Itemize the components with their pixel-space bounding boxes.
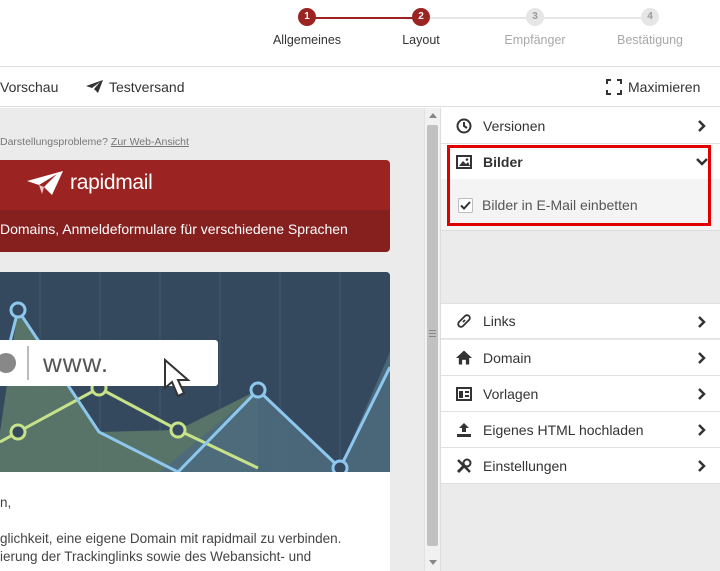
step-number: 1 <box>298 8 316 26</box>
panel-item-label: Einstellungen <box>483 457 568 474</box>
step-label: Bestätigung <box>616 33 684 47</box>
paper-plane-logo-icon <box>27 171 63 195</box>
step-number: 4 <box>641 8 659 26</box>
panel-item-label: Versionen <box>483 117 546 134</box>
panel-item-label: Domain <box>483 349 532 366</box>
editor-toolbar: Vorschau Testversand Maximieren <box>0 67 720 107</box>
chevron-right-icon <box>698 424 706 436</box>
body-line: ierung der Trackinglinks sowie des Weban… <box>0 549 312 564</box>
scroll-down-arrow[interactable] <box>429 560 437 565</box>
panel-item-vorlagen[interactable]: Vorlagen <box>441 376 720 412</box>
test-send-button[interactable]: Testversand <box>86 67 184 107</box>
embed-images-label: Bilder in E-Mail einbetten <box>482 197 638 213</box>
body-line: n, <box>0 495 12 510</box>
chevron-right-icon <box>698 120 706 132</box>
bilder-options: Bilder in E-Mail einbetten <box>441 179 720 231</box>
test-send-label: Testversand <box>109 79 185 95</box>
panel-item-versionen[interactable]: Versionen <box>441 108 720 144</box>
url-text: www. <box>43 348 110 378</box>
panel-item-bilder[interactable]: Bilder <box>441 144 720 180</box>
panel-item-label: Bilder <box>483 153 523 170</box>
clock-icon <box>456 118 472 134</box>
tools-icon <box>456 458 472 474</box>
panel-item-domain[interactable]: Domain <box>441 340 720 376</box>
email-preview: Darstellungsprobleme? Zur Web-Ansicht ra… <box>0 108 424 571</box>
chevron-down-icon <box>696 158 708 166</box>
note-text: Darstellungsprobleme? <box>0 136 108 148</box>
newsletter-subtitle: Domains, Anmeldeformulare für verschiede… <box>0 210 390 252</box>
chevron-right-icon <box>698 352 706 364</box>
expand-icon <box>606 79 622 95</box>
display-problem-note: Darstellungsprobleme? Zur Web-Ansicht <box>0 136 189 148</box>
link-icon <box>456 313 472 329</box>
scroll-up-arrow[interactable] <box>429 113 437 118</box>
panel-item-links[interactable]: Links <box>441 303 720 339</box>
wizard-stepper: 1 Allgemeines 2 Layout 3 Empfänger 4 Bes… <box>0 0 720 67</box>
step-allgemeines[interactable]: 1 Allgemeines <box>247 8 367 47</box>
embed-images-option[interactable]: Bilder in E-Mail einbetten <box>458 197 638 213</box>
step-empfaenger[interactable]: 3 Empfänger <box>475 8 595 47</box>
panel-item-label: Eigenes HTML hochladen <box>483 421 644 438</box>
brand-name: rapidmail <box>70 171 153 194</box>
preview-label: Vorschau <box>0 79 59 95</box>
chevron-right-icon <box>698 316 706 328</box>
checkmark-icon <box>460 200 471 210</box>
step-label: Layout <box>402 33 440 47</box>
web-view-link[interactable]: Zur Web-Ansicht <box>111 136 189 148</box>
maximize-button[interactable]: Maximieren <box>606 67 700 107</box>
scroll-grip <box>429 333 436 334</box>
panel-item-html-upload[interactable]: Eigenes HTML hochladen <box>441 412 720 448</box>
upload-icon <box>456 422 472 438</box>
bilder-section-content: Bilder in E-Mail einbetten <box>441 179 720 303</box>
embed-images-checkbox[interactable] <box>458 197 473 213</box>
body-line: glichkeit, eine eigene Domain mit rapidm… <box>0 531 342 546</box>
maximize-label: Maximieren <box>628 79 701 95</box>
step-number: 3 <box>526 8 544 26</box>
newsletter-body: n, glichkeit, eine eigene Domain mit rap… <box>0 472 390 571</box>
chevron-right-icon <box>698 388 706 400</box>
home-icon <box>456 350 472 366</box>
settings-panel: Versionen Bilder Bilder in E-Mail einbet… <box>441 108 720 571</box>
scroll-grip <box>429 336 436 337</box>
rapidmail-logo: rapidmail <box>26 170 153 196</box>
step-label: Allgemeines <box>272 33 342 47</box>
step-layout[interactable]: 2 Layout <box>361 8 481 47</box>
panel-item-label: Links <box>483 313 516 329</box>
panel-item-label: Vorlagen <box>483 385 539 402</box>
preview-button[interactable]: Vorschau <box>0 67 58 107</box>
preview-scrollbar[interactable] <box>424 108 441 571</box>
image-icon <box>456 154 472 170</box>
newsletter-header: rapidmail <box>0 160 390 210</box>
step-number: 2 <box>412 8 430 26</box>
chevron-right-icon <box>698 460 706 472</box>
step-bestaetigung[interactable]: 4 Bestätigung <box>590 8 710 47</box>
scroll-grip <box>429 330 436 331</box>
paper-plane-icon <box>86 80 103 93</box>
template-icon <box>456 386 472 402</box>
hero-image: www. <box>0 272 390 472</box>
panel-item-einstellungen[interactable]: Einstellungen <box>441 448 720 484</box>
step-label: Empfänger <box>504 33 566 47</box>
